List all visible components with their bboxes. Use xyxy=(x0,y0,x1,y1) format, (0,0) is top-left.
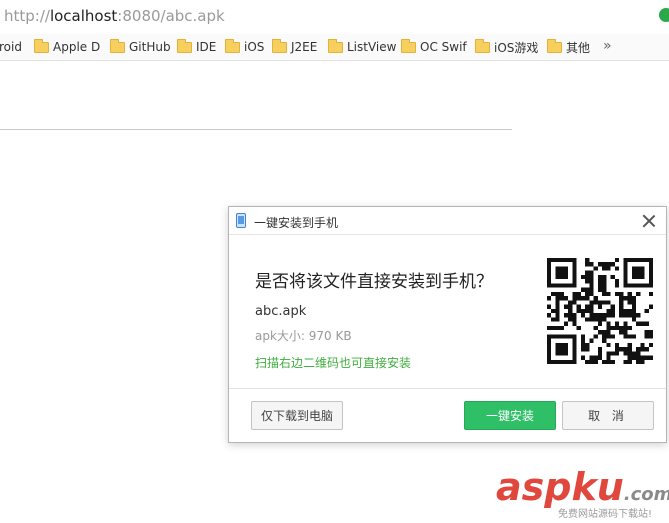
bookmark-folder[interactable]: ListView xyxy=(328,38,396,55)
bookmark-item[interactable]: roid xyxy=(0,39,22,55)
folder-icon xyxy=(272,38,287,53)
bookmark-folder[interactable]: GitHub xyxy=(110,38,171,55)
watermark-asp: asp xyxy=(496,465,572,509)
one-click-install-button[interactable]: 一键安装 xyxy=(464,401,556,430)
dialog-footer: 仅下载到电脑 一键安装 取 消 xyxy=(229,388,666,444)
folder-icon xyxy=(401,38,416,53)
url-text[interactable]: http://localhost:8080/abc.apk xyxy=(4,7,225,25)
folder-icon xyxy=(328,38,343,53)
bookmarks-bar: roid Apple D GitHub IDE iOS J2EE ListVie… xyxy=(0,34,669,61)
bookmark-folder[interactable]: IDE xyxy=(177,38,216,55)
folder-icon xyxy=(177,38,192,53)
install-dialog: 一键安装到手机 是否将该文件直接安装到手机？ abc.apk apk大小: 97… xyxy=(228,206,667,443)
phone-icon xyxy=(236,213,246,228)
bookmark-folder[interactable]: OC Swif xyxy=(401,38,467,55)
install-question: 是否将该文件直接安装到手机？ xyxy=(255,272,493,292)
file-name: abc.apk xyxy=(255,304,307,319)
bookmark-folder[interactable]: 其他 xyxy=(547,38,590,55)
url-prefix: http:// xyxy=(4,7,50,25)
dialog-title: 一键安装到手机 xyxy=(254,216,339,230)
bookmark-folder[interactable]: iOS游戏 xyxy=(475,38,538,55)
download-only-button[interactable]: 仅下载到电脑 xyxy=(251,401,343,430)
folder-icon xyxy=(475,38,490,53)
file-size: apk大小: 970 KB xyxy=(255,329,352,343)
qr-hint: 扫描右边二维码也可直接安装 xyxy=(255,356,412,370)
bookmark-folder[interactable]: iOS xyxy=(225,38,264,55)
folder-icon xyxy=(225,38,240,53)
bookmark-folder[interactable]: Apple D xyxy=(34,38,100,55)
bookmark-folder[interactable]: J2EE xyxy=(272,38,317,55)
url-rest: :8080/abc.apk xyxy=(117,7,225,25)
folder-icon xyxy=(34,38,49,53)
watermark-com: .com xyxy=(623,484,669,505)
watermark-ku: ku xyxy=(571,465,624,509)
folder-icon xyxy=(110,38,125,53)
bookmarks-more-button[interactable]: » xyxy=(603,38,612,54)
url-host: localhost xyxy=(49,7,118,25)
watermark-tagline: 免费网站源码下载站! xyxy=(558,509,653,520)
extension-icon[interactable] xyxy=(659,8,669,22)
close-icon[interactable] xyxy=(640,212,658,230)
page-divider xyxy=(0,129,512,130)
qr-code-image xyxy=(547,258,653,364)
cancel-button[interactable]: 取 消 xyxy=(562,401,654,430)
site-watermark-logo: aspku.com 免费网站源码下载站! xyxy=(496,465,669,521)
folder-icon xyxy=(547,38,562,53)
dialog-titlebar: 一键安装到手机 xyxy=(229,207,666,235)
address-bar[interactable]: http://localhost:8080/abc.apk xyxy=(0,0,669,34)
